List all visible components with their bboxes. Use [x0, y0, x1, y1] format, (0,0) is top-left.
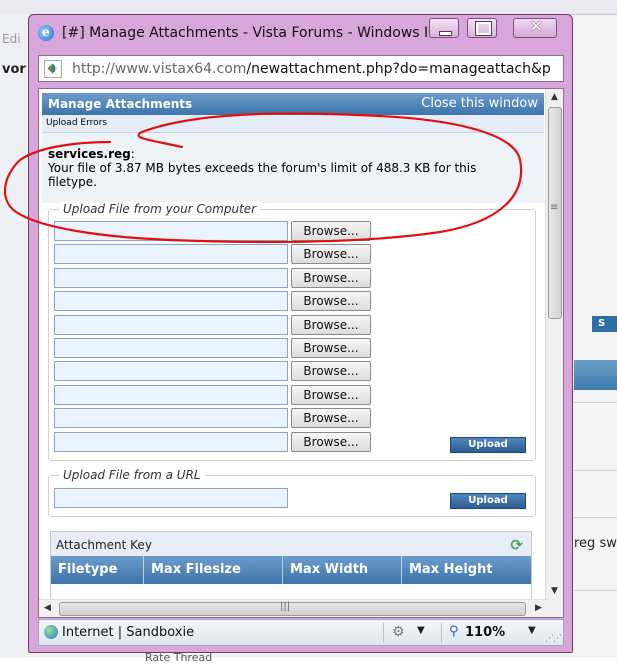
upload-computer-section: Upload File from your Computer Browse...… — [48, 202, 536, 461]
browse-button[interactable]: Browse... — [291, 408, 371, 429]
scrollbar-corner — [546, 600, 563, 617]
close-window-link[interactable]: Close this window — [421, 96, 538, 111]
upload-errors-bar: Upload Errors — [42, 115, 544, 133]
file-input[interactable] — [54, 384, 288, 405]
column-header-max-filesize[interactable]: Max Filesize — [144, 556, 283, 584]
browse-button[interactable]: Browse... — [291, 244, 371, 265]
security-zone[interactable]: Internet | Sandboxie — [62, 625, 194, 640]
vertical-scrollbar[interactable]: ▲ ▼ — [545, 89, 563, 600]
address-bar[interactable]: http://www.vistax64.com/newattachment.ph… — [38, 55, 564, 82]
scroll-right-icon[interactable]: ▶ — [530, 600, 547, 617]
error-message: Your file of 3.87 MB bytes exceeds the f… — [48, 161, 477, 189]
file-input[interactable] — [54, 408, 288, 429]
error-filename: services.reg: — [48, 147, 135, 161]
popup-window: e [#] Manage Attachments - Vista Forums … — [28, 14, 573, 653]
divider — [574, 517, 617, 518]
attachment-key-title: Attachment Key — [56, 538, 152, 552]
address-url[interactable]: http://www.vistax64.com/newattachment.ph… — [72, 61, 551, 77]
window-title: [#] Manage Attachments - Vista Forums - … — [62, 25, 456, 41]
protected-mode-icon[interactable]: ⚙ — [392, 624, 405, 640]
browse-button[interactable]: Browse... — [291, 361, 371, 382]
close-icon: ✕ — [529, 17, 544, 37]
browse-button[interactable]: Browse... — [291, 431, 371, 452]
browse-button[interactable]: Browse... — [291, 338, 371, 358]
file-input[interactable] — [54, 361, 288, 382]
close-button[interactable]: ✕ — [513, 17, 557, 38]
upload-button[interactable]: Upload — [450, 437, 526, 453]
site-favicon-icon — [44, 60, 62, 78]
column-header-max-width[interactable]: Max Width — [283, 556, 402, 584]
browse-button[interactable]: Browse... — [291, 384, 371, 405]
background-label: vor — [2, 62, 26, 77]
column-header-filetype[interactable]: Filetype — [51, 556, 144, 584]
upload-computer-legend: Upload File from your Computer — [59, 202, 261, 216]
horizontal-scroll-thumb[interactable] — [59, 601, 526, 616]
zoom-icon[interactable]: ⚲ — [449, 624, 459, 639]
upload-errors-label: Upload Errors — [46, 118, 108, 128]
panel-header: Manage Attachments Close this window — [42, 93, 544, 115]
chevron-down-icon[interactable]: ▼ — [417, 625, 425, 636]
maximize-button[interactable] — [467, 18, 497, 38]
scroll-up-icon[interactable]: ▲ — [546, 89, 563, 106]
address-host: http://www.vistax64.com — [72, 61, 247, 77]
upload-url-button[interactable]: Upload — [450, 493, 526, 509]
error-message-box: services.reg: Your file of 3.87 MB bytes… — [42, 133, 544, 203]
background-left-column: Edi vor — [0, 14, 30, 658]
resize-grip-icon[interactable]: ⋰⋰ — [545, 634, 562, 644]
title-bar[interactable]: e [#] Manage Attachments - Vista Forums … — [29, 15, 572, 53]
file-input[interactable] — [54, 267, 288, 288]
scroll-down-icon[interactable]: ▼ — [546, 583, 563, 600]
background-label: Edi — [2, 32, 21, 46]
upload-url-section: Upload File from a URL Upload — [48, 468, 536, 517]
zoom-level[interactable]: 110% — [465, 625, 505, 640]
file-input[interactable] — [54, 338, 288, 358]
ie-icon: e — [38, 25, 54, 41]
panel-title: Manage Attachments — [48, 97, 193, 111]
attachment-key-columns: Filetype Max Filesize Max Width Max Heig… — [51, 556, 531, 584]
divider — [574, 590, 617, 591]
minimize-button[interactable] — [429, 18, 459, 38]
file-input[interactable] — [54, 431, 288, 452]
background-text: reg sw — [574, 536, 617, 551]
url-input[interactable] — [54, 488, 288, 508]
chevron-down-icon[interactable]: ▼ — [528, 625, 536, 636]
divider — [574, 402, 617, 403]
upload-url-legend: Upload File from a URL — [59, 468, 205, 482]
background-top-strip — [0, 0, 617, 15]
globe-icon — [44, 625, 58, 639]
divider — [574, 470, 617, 471]
file-input[interactable] — [54, 291, 288, 312]
content-viewport: Manage Attachments Close this window Upl… — [38, 88, 564, 618]
divider — [383, 623, 384, 643]
browse-button[interactable]: Browse... — [291, 221, 371, 241]
file-input[interactable] — [54, 314, 288, 335]
background-header-bar — [574, 360, 617, 390]
file-input[interactable] — [54, 244, 288, 265]
browse-button[interactable]: Browse... — [291, 267, 371, 288]
scroll-left-icon[interactable]: ◀ — [39, 600, 56, 617]
address-path: /newattachment.php?do=manageattach&p — [246, 61, 551, 77]
browse-button[interactable]: Browse... — [291, 291, 371, 312]
browse-button[interactable]: Browse... — [291, 314, 371, 335]
background-button[interactable]: S — [592, 316, 617, 332]
column-header-max-height[interactable]: Max Height — [402, 556, 531, 584]
status-bar: Internet | Sandboxie ⚙ ▼ ⚲ 110% ▼ ⋰⋰ — [38, 619, 564, 646]
file-input[interactable] — [54, 221, 288, 241]
horizontal-scrollbar[interactable]: ◀ ▶ — [39, 599, 547, 617]
refresh-icon[interactable]: ⟳ — [510, 536, 523, 554]
divider — [441, 623, 442, 643]
attachment-key-header: Attachment Key ⟳ — [51, 532, 531, 556]
vertical-scroll-thumb[interactable] — [548, 107, 562, 319]
